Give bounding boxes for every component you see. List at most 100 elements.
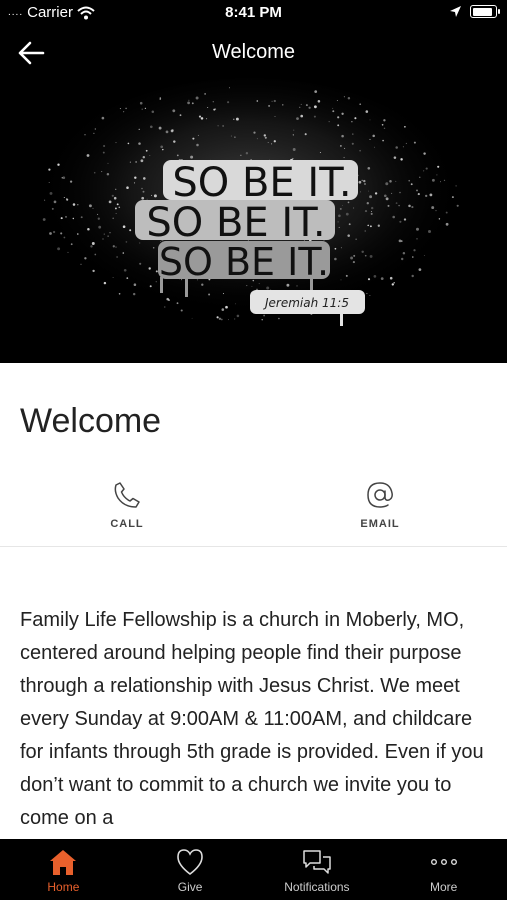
spray-speckle	[159, 98, 161, 100]
spray-speckle	[222, 293, 225, 295]
spray-speckle	[266, 286, 270, 290]
spray-speckle	[228, 319, 229, 321]
tab-more[interactable]: More	[380, 839, 507, 900]
spray-speckle	[42, 218, 46, 221]
spray-speckle	[122, 225, 126, 228]
spray-speckle	[116, 256, 118, 258]
spray-speckle	[125, 241, 128, 243]
spray-speckle	[263, 134, 266, 137]
tab-home[interactable]: Home	[0, 839, 127, 900]
spray-speckle	[138, 128, 140, 131]
spray-speckle	[348, 223, 351, 226]
spray-speckle	[274, 115, 276, 118]
spray-speckle	[91, 242, 95, 245]
spray-speckle	[116, 203, 119, 206]
spray-speckle	[339, 207, 342, 210]
spray-speckle	[57, 247, 61, 251]
spray-speckle	[399, 220, 402, 223]
spray-speckle	[305, 104, 308, 107]
spray-speckle	[112, 277, 114, 278]
spray-speckle	[234, 136, 236, 138]
spray-speckle	[220, 318, 223, 321]
spray-speckle	[367, 278, 371, 281]
heart-icon	[177, 849, 203, 876]
spray-speckle	[216, 316, 219, 319]
spray-speckle	[365, 110, 369, 113]
spray-speckle	[94, 253, 97, 256]
spray-speckle	[368, 190, 370, 192]
spray-speckle	[153, 194, 157, 198]
spray-speckle	[102, 238, 104, 240]
tab-notifications[interactable]: Notifications	[254, 839, 381, 900]
spray-speckle	[53, 200, 57, 204]
spray-speckle	[225, 305, 228, 309]
spray-speckle	[369, 225, 372, 228]
spray-speckle	[300, 103, 302, 105]
spray-speckle	[101, 116, 105, 120]
spray-speckle	[94, 128, 96, 130]
spray-speckle	[235, 303, 237, 305]
spray-speckle	[358, 180, 362, 184]
spray-speckle	[162, 148, 164, 151]
spray-speckle	[387, 204, 390, 207]
spray-speckle	[369, 195, 373, 199]
hero-reference: Jeremiah 11:5	[263, 296, 349, 310]
call-button[interactable]: CALL	[67, 480, 187, 530]
spray-speckle	[400, 257, 404, 261]
spray-speckle	[253, 131, 256, 134]
spray-speckle	[115, 188, 117, 190]
spray-speckle	[102, 151, 105, 154]
spray-speckle	[103, 233, 105, 235]
spray-speckle	[165, 130, 169, 134]
tab-home-label: Home	[47, 880, 80, 894]
spray-speckle	[392, 215, 396, 219]
spray-speckle	[204, 93, 206, 95]
spray-speckle	[456, 204, 459, 207]
spray-speckle	[57, 163, 60, 166]
nav-title: Welcome	[212, 41, 295, 63]
spray-speckle	[411, 206, 414, 209]
status-right	[449, 5, 500, 18]
spray-speckle	[344, 147, 346, 149]
spray-speckle	[334, 247, 337, 250]
spray-speckle	[195, 96, 199, 100]
spray-speckle	[65, 216, 67, 218]
email-button[interactable]: EMAIL	[320, 480, 440, 530]
spray-speckle	[416, 238, 418, 240]
spray-speckle	[436, 174, 438, 176]
tab-notifications-label: Notifications	[284, 880, 350, 894]
spray-speckle	[125, 107, 127, 110]
spray-speckle	[404, 125, 406, 128]
spray-speckle	[428, 230, 431, 233]
spray-speckle	[179, 114, 182, 117]
spray-speckle	[271, 100, 273, 103]
spray-speckle	[65, 198, 68, 200]
spray-speckle	[364, 210, 368, 213]
spray-speckle	[273, 99, 276, 103]
spray-speckle	[359, 149, 361, 152]
spray-speckle	[51, 207, 54, 210]
spray-speckle	[314, 90, 318, 93]
spray-speckle	[347, 234, 350, 237]
spray-speckle	[109, 232, 111, 234]
spray-speckle	[425, 194, 428, 198]
spray-speckle	[431, 178, 435, 182]
tab-give[interactable]: Give	[127, 839, 254, 900]
spray-speckle	[395, 202, 398, 204]
spray-speckle	[213, 108, 216, 111]
spray-speckle	[115, 213, 117, 215]
spray-speckle	[217, 125, 219, 127]
spray-speckle	[173, 140, 176, 143]
spray-speckle	[292, 134, 294, 136]
spray-speckle	[176, 154, 179, 157]
spray-speckle	[70, 243, 73, 246]
spray-speckle	[235, 117, 239, 121]
spray-speckle	[123, 268, 127, 272]
spray-speckle	[328, 121, 330, 123]
spray-speckle	[296, 285, 298, 287]
spray-speckle	[97, 217, 100, 220]
tab-bar: Home Give Notifications More	[0, 839, 507, 900]
spray-speckle	[48, 182, 50, 183]
spray-speckle	[112, 217, 115, 220]
spray-speckle	[440, 181, 441, 183]
